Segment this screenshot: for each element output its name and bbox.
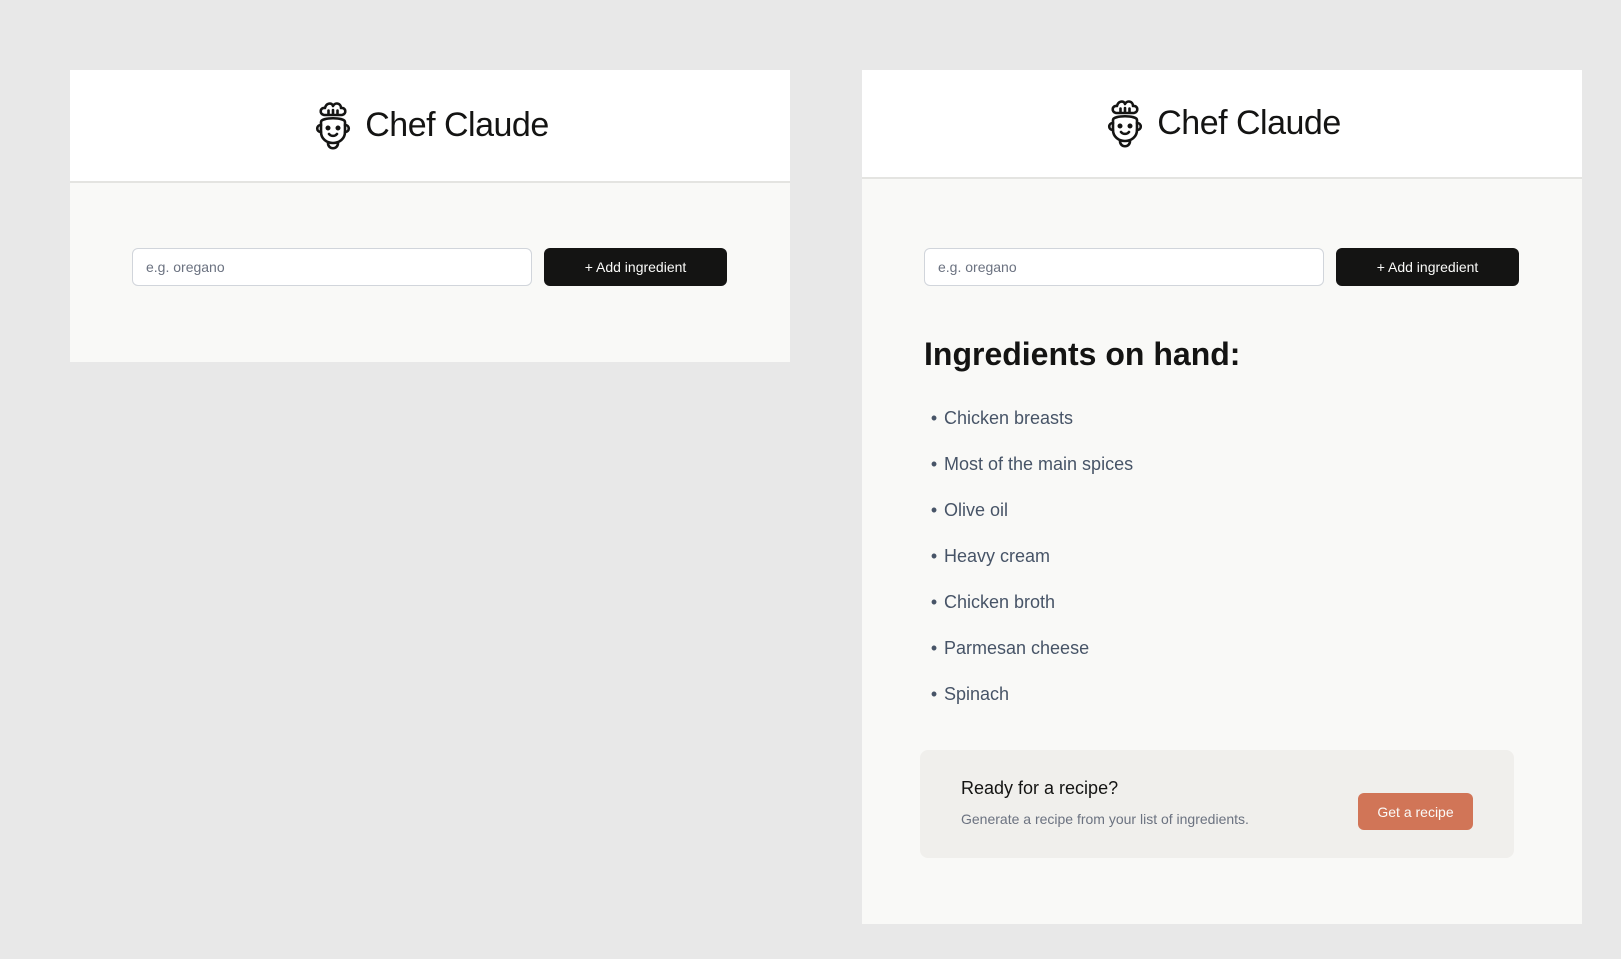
ingredient-label: Olive oil bbox=[944, 499, 1009, 520]
add-ingredient-button[interactable]: + Add ingredient bbox=[1336, 248, 1519, 286]
ingredient-item: • Chicken broth bbox=[924, 579, 1240, 625]
app-window-populated-state: Chef Claude + Add ingredient Ingredients… bbox=[862, 70, 1582, 924]
bullet-icon: • bbox=[930, 683, 938, 704]
bullet-icon: • bbox=[930, 407, 938, 428]
ingredient-input[interactable] bbox=[132, 248, 532, 286]
ingredient-label: Chicken breasts bbox=[944, 407, 1074, 428]
bullet-icon: • bbox=[930, 545, 938, 566]
ingredients-section: Ingredients on hand: • Chicken breasts • M… bbox=[924, 335, 1240, 717]
bullet-icon: • bbox=[930, 591, 938, 612]
chef-face-icon bbox=[316, 101, 351, 150]
recipe-card-title: Ready for a recipe? bbox=[961, 778, 1119, 798]
bullet-icon: • bbox=[930, 637, 938, 658]
ingredient-label: Spinach bbox=[944, 683, 1010, 704]
ingredient-label: Heavy cream bbox=[944, 545, 1051, 566]
ingredient-item: • Olive oil bbox=[924, 487, 1240, 533]
add-ingredient-form: + Add ingredient bbox=[924, 248, 1519, 286]
recipe-card-description: Generate a recipe from your list of ingr… bbox=[961, 811, 1249, 827]
app-window-empty-state: Chef Claude + Add ingredient bbox=[70, 70, 790, 362]
ingredient-input[interactable] bbox=[924, 248, 1324, 286]
bullet-icon: • bbox=[930, 499, 938, 520]
ingredient-label: Most of the main spices bbox=[944, 453, 1134, 474]
ingredient-item: • Heavy cream bbox=[924, 533, 1240, 579]
get-recipe-button[interactable]: Get a recipe bbox=[1358, 793, 1473, 830]
app-title: Chef Claude bbox=[365, 106, 549, 144]
ingredients-list: • Chicken breasts • Most of the main spice… bbox=[924, 395, 1240, 717]
app-header: Chef Claude bbox=[862, 70, 1582, 179]
add-ingredient-button[interactable]: + Add ingredient bbox=[544, 248, 727, 286]
ingredient-item: • Spinach bbox=[924, 671, 1240, 717]
add-ingredient-form: + Add ingredient bbox=[132, 248, 727, 286]
app-title: Chef Claude bbox=[1157, 104, 1341, 142]
ingredient-item: • Parmesan cheese bbox=[924, 625, 1240, 671]
ingredient-label: Parmesan cheese bbox=[944, 637, 1090, 658]
ingredient-item: • Most of the main spices bbox=[924, 441, 1240, 487]
app-header: Chef Claude bbox=[70, 70, 790, 183]
ingredient-item: • Chicken breasts bbox=[924, 395, 1240, 441]
bullet-icon: • bbox=[930, 453, 938, 474]
ingredients-heading: Ingredients on hand: bbox=[924, 336, 1241, 372]
ingredient-label: Chicken broth bbox=[944, 591, 1056, 612]
chef-face-icon bbox=[1108, 99, 1143, 148]
get-recipe-card: Ready for a recipe? Generate a recipe fr… bbox=[920, 750, 1514, 858]
